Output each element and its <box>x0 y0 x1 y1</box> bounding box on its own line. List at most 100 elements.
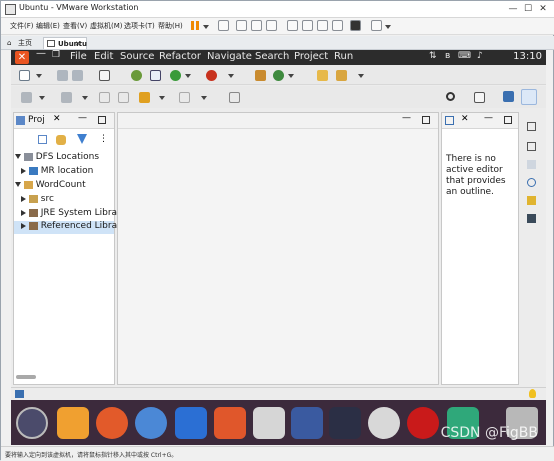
menu-search[interactable]: Search <box>255 51 289 62</box>
collapsed-arrow-icon[interactable] <box>21 167 26 174</box>
restore-icon[interactable]: ❐ <box>52 50 60 60</box>
new-dropdown-icon[interactable] <box>36 74 42 78</box>
software-icon[interactable] <box>253 407 285 439</box>
manage-snapshots-icon[interactable] <box>266 20 277 31</box>
debug-config-icon[interactable] <box>150 70 161 81</box>
menu-tabs[interactable]: 选项卡(T) <box>124 21 155 31</box>
unity-icon[interactable] <box>332 20 343 31</box>
external-tools-dropdown-icon[interactable] <box>228 74 234 78</box>
eclipse-icon[interactable] <box>368 407 400 439</box>
tree-item-mr[interactable]: MR location <box>21 166 93 176</box>
tree-item-dfs[interactable]: DFS Locations <box>15 152 99 162</box>
menu-refactor[interactable]: Refactor <box>159 51 201 62</box>
minimize-view-icon[interactable]: — <box>402 113 411 123</box>
expanded-arrow-icon[interactable] <box>15 154 21 159</box>
open-perspective-icon[interactable] <box>474 92 485 103</box>
menu-help[interactable]: 帮助(H) <box>158 21 183 31</box>
maximize-view-icon[interactable] <box>98 116 106 124</box>
restore-icon[interactable] <box>527 122 536 131</box>
menu-navigate[interactable]: Navigate <box>207 51 252 62</box>
run-dropdown-icon[interactable] <box>185 74 191 78</box>
run-icon[interactable] <box>170 70 181 81</box>
external-tools-icon[interactable] <box>206 70 217 81</box>
minimize-view-icon[interactable]: — <box>484 113 493 123</box>
menu-project[interactable]: Project <box>294 51 328 62</box>
menu-run[interactable]: Run <box>334 51 353 62</box>
menu-file[interactable]: File <box>70 51 87 62</box>
search-icon[interactable] <box>446 92 455 101</box>
menu-edit[interactable]: Edit <box>94 51 113 62</box>
declaration-icon[interactable] <box>527 196 536 205</box>
firefox-icon[interactable] <box>96 407 128 439</box>
minimize-view-icon[interactable]: — <box>78 113 87 123</box>
task-list-icon[interactable] <box>527 142 536 151</box>
debug-icon[interactable] <box>131 70 142 81</box>
tab-close-icon[interactable]: ✕ <box>53 114 61 124</box>
snapshot-icon[interactable] <box>236 20 247 31</box>
view-menu-icon[interactable]: ⋮ <box>99 134 108 144</box>
error-icon[interactable] <box>407 407 439 439</box>
sidebar-toggle-icon[interactable] <box>287 20 298 31</box>
files-icon[interactable] <box>57 407 89 439</box>
new-class-icon[interactable] <box>273 70 284 81</box>
writer-icon[interactable] <box>175 407 207 439</box>
tree-item-referenced[interactable]: Referenced Libra <box>14 221 117 234</box>
close-icon[interactable]: ✕ <box>537 3 549 15</box>
next-annotation-dropdown-icon[interactable] <box>39 96 45 100</box>
new-class-dropdown-icon[interactable] <box>288 74 294 78</box>
new-java-project-icon[interactable] <box>255 70 266 81</box>
guest-screen[interactable]: ✕ — ❐ File Edit Source Refactor Navigate… <box>11 48 546 445</box>
print-icon[interactable] <box>99 70 110 81</box>
ubuntu-icon[interactable] <box>16 407 48 439</box>
tab-close-icon[interactable]: ✕ <box>75 38 81 50</box>
java-perspective-icon[interactable] <box>521 89 537 105</box>
expanded-arrow-icon[interactable] <box>15 182 21 187</box>
stretch-icon[interactable] <box>371 20 382 31</box>
menu-view[interactable]: 查看(V) <box>63 21 87 31</box>
search-tool-icon[interactable] <box>336 70 347 81</box>
map-reduce-perspective-icon[interactable] <box>503 91 514 102</box>
tree-item-jre[interactable]: JRE System Libra <box>21 208 117 218</box>
prev-annotation-dropdown-icon[interactable] <box>82 96 88 100</box>
close-button[interactable]: ✕ <box>15 51 29 64</box>
menu-edit[interactable]: 编辑(E) <box>36 21 60 31</box>
send-ctrl-alt-del-icon[interactable] <box>218 20 229 31</box>
prev-annotation-icon[interactable] <box>61 92 72 103</box>
tab-close-icon[interactable]: ✕ <box>461 114 469 124</box>
save-icon[interactable] <box>57 70 68 81</box>
pause-dropdown-icon[interactable] <box>203 25 209 29</box>
last-edit-icon[interactable] <box>99 92 110 103</box>
maximize-view-icon[interactable] <box>422 116 430 124</box>
pause-icon[interactable] <box>191 21 194 30</box>
search-tool-dropdown-icon[interactable] <box>358 74 364 78</box>
back-arrow-icon[interactable] <box>139 92 150 103</box>
console-icon[interactable] <box>527 214 536 223</box>
link-editor-icon[interactable] <box>56 135 66 145</box>
collapsed-arrow-icon[interactable] <box>21 209 26 216</box>
back-dropdown-icon[interactable] <box>159 96 165 100</box>
terminal-icon[interactable] <box>291 407 323 439</box>
forward-arrow-icon[interactable] <box>179 92 190 103</box>
outline-icon[interactable] <box>445 116 454 125</box>
tree-item-wordcount[interactable]: WordCount <box>15 180 86 190</box>
forward-dropdown-icon[interactable] <box>201 96 207 100</box>
javadoc-icon[interactable] <box>527 178 536 187</box>
collapsed-arrow-icon[interactable] <box>21 195 26 202</box>
menu-vm[interactable]: 虚拟机(M) <box>90 21 123 31</box>
revert-snapshot-icon[interactable] <box>251 20 262 31</box>
console-icon[interactable] <box>350 20 361 31</box>
fullscreen-icon[interactable] <box>317 20 328 31</box>
maximize-icon[interactable]: ☐ <box>522 3 534 15</box>
menu-source[interactable]: Source <box>120 51 154 62</box>
chromium-icon[interactable] <box>135 407 167 439</box>
maximize-view-icon[interactable] <box>504 116 512 124</box>
problems-icon[interactable] <box>527 160 536 169</box>
pin-editor-icon[interactable] <box>229 92 240 103</box>
project-explorer-tab[interactable]: Proj <box>28 115 45 125</box>
menu-file[interactable]: 文件(F) <box>10 21 34 31</box>
lightbulb-icon[interactable] <box>529 389 536 398</box>
collapsed-arrow-icon[interactable] <box>21 222 26 229</box>
next-annotation-icon[interactable] <box>21 92 32 103</box>
impress-icon[interactable] <box>214 407 246 439</box>
horizontal-scrollbar[interactable] <box>16 375 36 379</box>
